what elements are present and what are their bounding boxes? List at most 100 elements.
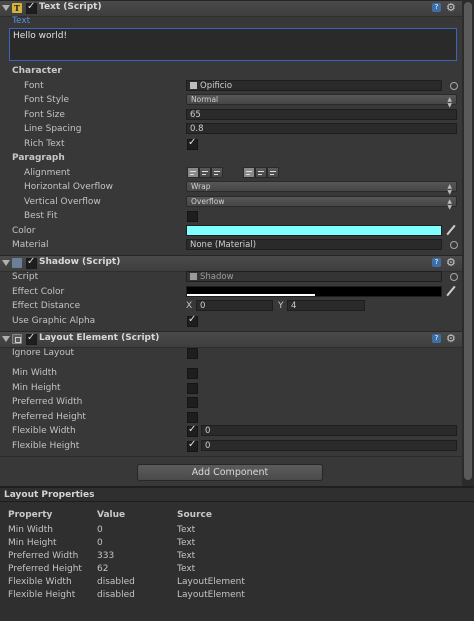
layout-element-enabled-checkbox[interactable] [26,332,37,345]
table-cell-property: Preferred Height [8,564,82,574]
align-middle-button[interactable] [255,167,267,178]
gear-icon[interactable]: ⚙ [446,1,456,14]
effect-distance-x-field[interactable]: 0 [196,300,273,311]
component-title: Text (Script) [39,2,102,12]
line-spacing-field[interactable]: 0.8 [186,123,457,134]
character-heading: Character [12,66,62,76]
gear-icon[interactable]: ⚙ [446,332,456,345]
align-top-button[interactable] [243,167,255,178]
min-width-checkbox[interactable] [187,368,198,379]
component-title: Layout Element (Script) [39,333,160,343]
preferred-height-label: Preferred Height [12,412,86,422]
rich-text-label: Rich Text [24,139,65,149]
foldout-arrow-icon[interactable] [2,260,10,266]
horizontal-overflow-dropdown[interactable]: Wrap ▲ ▼ [186,181,457,196]
text-input-area[interactable]: Hello world! [9,28,457,61]
flexible-height-field[interactable]: 0 [201,440,457,451]
divider [0,456,462,457]
add-component-button[interactable]: Add Component [137,464,323,481]
table-cell-value: 333 [97,551,115,561]
text-component-icon: T [12,3,22,13]
material-label: Material [12,240,49,250]
effect-distance-y-field[interactable]: 4 [287,300,365,311]
inspector-scrollbar[interactable] [462,0,474,486]
script-value: Shadow [200,272,234,282]
column-header-value: Value [97,510,126,520]
help-icon[interactable]: ? [432,334,441,343]
layout-properties-panel: Layout Properties Property Value Source … [0,486,474,621]
effect-color-swatch[interactable] [186,286,442,297]
table-cell-property: Preferred Width [8,551,79,561]
component-title: Shadow (Script) [39,257,121,267]
flexible-height-checkbox[interactable] [187,439,198,452]
script-asset-icon [190,273,197,280]
align-right-button[interactable] [211,167,223,178]
inspector-panel: T Text (Script) ? ⚙ Text Hello world! Ch… [0,0,462,486]
flexible-width-checkbox[interactable] [187,424,198,437]
vertical-overflow-dropdown[interactable]: Overflow ▲ ▼ [186,196,457,211]
help-icon[interactable]: ? [432,3,441,12]
table-cell-value: disabled [97,590,135,600]
horizontal-overflow-label: Horizontal Overflow [24,182,113,192]
color-swatch[interactable] [186,225,442,236]
font-value: Opificio [200,81,233,91]
font-style-value: Normal [191,95,219,104]
best-fit-checkbox[interactable] [187,211,198,222]
scrollbar-thumb[interactable] [464,2,472,480]
object-picker-icon[interactable] [450,82,458,90]
alpha-bar [187,294,315,296]
foldout-arrow-icon[interactable] [2,336,10,342]
horizontal-alignment-group [187,167,223,178]
min-height-checkbox[interactable] [187,383,198,394]
table-cell-source: Text [177,564,196,574]
ignore-layout-checkbox[interactable] [187,348,198,359]
align-center-button[interactable] [199,167,211,178]
eyedropper-icon[interactable] [446,225,456,235]
table-cell-property: Min Width [8,525,53,535]
vertical-alignment-group [243,167,279,178]
shadow-component-icon [12,258,22,268]
table-cell-source: Text [177,525,196,535]
font-style-label: Font Style [24,95,70,105]
table-cell-source: Text [177,538,196,548]
flexible-width-field[interactable]: 0 [201,425,457,436]
help-icon[interactable]: ? [432,258,441,267]
flexible-width-label: Flexible Width [12,426,76,436]
eyedropper-icon[interactable] [446,286,456,296]
dropdown-arrow-icon: ▲ ▼ [447,96,452,109]
text-component-header[interactable]: T Text (Script) ? ⚙ [0,0,462,17]
use-graphic-alpha-checkbox[interactable] [187,314,198,327]
rich-text-checkbox[interactable] [187,137,198,150]
font-size-field[interactable]: 65 [186,109,457,120]
table-cell-source: LayoutElement [177,590,245,600]
font-style-dropdown[interactable]: Normal ▲ ▼ [186,94,457,109]
preferred-height-checkbox[interactable] [187,412,198,423]
shadow-component-header[interactable]: Shadow (Script) ? ⚙ [0,255,462,272]
min-height-label: Min Height [12,383,61,393]
ignore-layout-label: Ignore Layout [12,348,75,358]
y-label: Y [278,301,284,311]
column-header-property: Property [8,510,53,520]
table-cell-property: Flexible Width [8,577,72,587]
shadow-component-enabled-checkbox[interactable] [26,256,37,269]
text-component-enabled-checkbox[interactable] [26,1,37,14]
object-picker-icon[interactable] [450,241,458,249]
font-asset-icon [190,82,197,89]
effect-color-label: Effect Color [12,287,65,297]
line-spacing-label: Line Spacing [24,124,82,134]
preferred-width-checkbox[interactable] [187,397,198,408]
column-header-source: Source [177,510,212,520]
material-field[interactable]: None (Material) [186,239,442,250]
font-field[interactable]: Opificio [186,80,442,91]
object-picker-icon[interactable] [450,273,458,281]
color-label: Color [12,226,36,236]
align-left-button[interactable] [187,167,199,178]
table-cell-property: Flexible Height [8,590,76,600]
align-bottom-button[interactable] [267,167,279,178]
foldout-arrow-icon[interactable] [2,5,10,11]
gear-icon[interactable]: ⚙ [446,256,456,269]
dropdown-arrow-icon: ▲ ▼ [447,183,452,196]
table-cell-value: 62 [97,564,109,574]
layout-properties-title: Layout Properties [4,490,95,500]
layout-element-component-header[interactable]: Layout Element (Script) ? ⚙ [0,331,462,348]
